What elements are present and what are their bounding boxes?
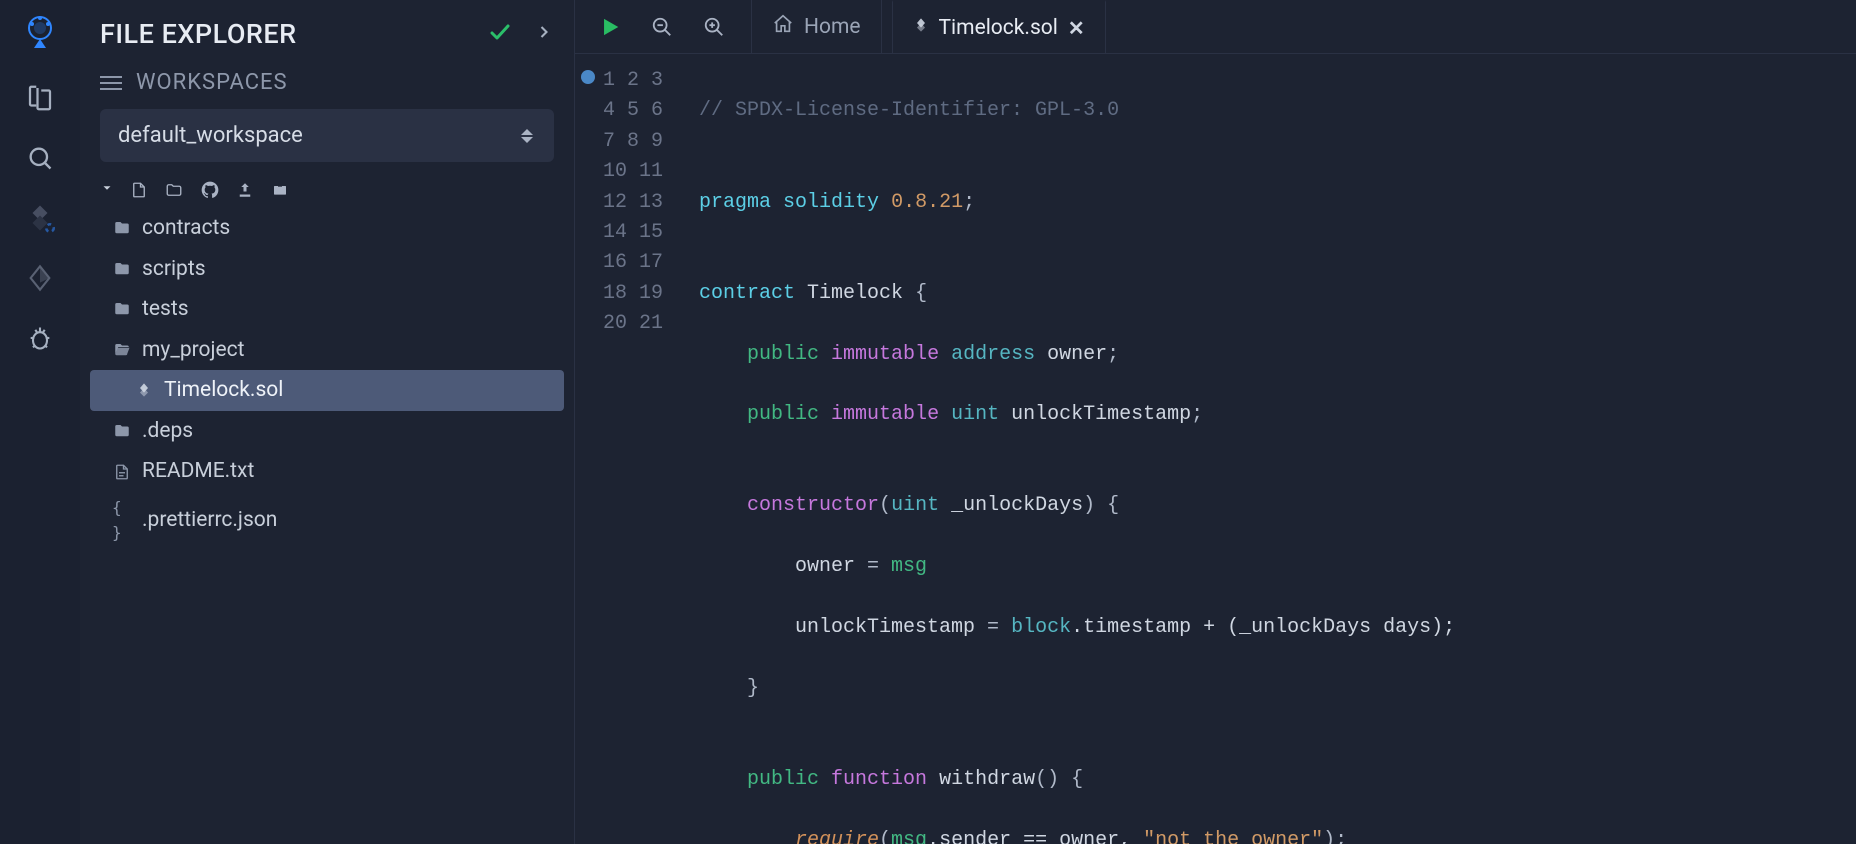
icon-rail [0, 0, 80, 844]
zoom-out-button[interactable] [641, 6, 683, 48]
tree-item-label: my_project [142, 334, 245, 367]
workspace-selected-label: default_workspace [118, 123, 303, 148]
tree-item-my-project[interactable]: my_project [90, 330, 564, 371]
tree-item-contracts[interactable]: contracts [90, 208, 564, 249]
collapse-panel-icon[interactable] [534, 22, 554, 46]
folder-icon [112, 422, 132, 440]
zoom-in-button[interactable] [693, 6, 735, 48]
tree-item-label: tests [142, 293, 189, 326]
tree-item-label: .prettierrc.json [142, 504, 277, 537]
workspaces-row: WORKSPACES [80, 60, 574, 109]
line-number-gutter: 1 2 3 4 5 6 7 8 9 10 11 12 13 14 15 16 1… [601, 54, 681, 844]
file-explorer-icon[interactable] [24, 82, 56, 114]
file-tree: contracts scripts tests my_project Timel… [80, 176, 574, 549]
tree-item-prettierrc[interactable]: { } .prettierrc.json [90, 492, 564, 550]
file-explorer-panel: FILE EXPLORER WORKSPACES default_workspa… [80, 0, 575, 844]
tree-item-label: scripts [142, 253, 206, 286]
text-file-icon [112, 462, 132, 482]
tree-item-readme[interactable]: README.txt [90, 451, 564, 492]
select-arrows-icon [518, 127, 536, 145]
editor-body: 1 2 3 4 5 6 7 8 9 10 11 12 13 14 15 16 1… [575, 54, 1856, 844]
editor-area: Home Timelock.sol ✕ 1 2 3 4 5 6 7 8 9 10… [575, 0, 1856, 844]
tree-root-caret-icon[interactable] [100, 181, 114, 199]
tree-item-label: contracts [142, 212, 230, 245]
folder-icon [112, 219, 132, 237]
solidity-file-icon [134, 381, 154, 399]
panel-header: FILE EXPLORER [80, 0, 574, 60]
debugger-icon[interactable] [24, 322, 56, 354]
tree-item-label: README.txt [142, 455, 254, 488]
tree-item-label: .deps [142, 415, 193, 448]
compile-success-icon[interactable] [488, 20, 512, 48]
tree-item-tests[interactable]: tests [90, 289, 564, 330]
tree-item-scripts[interactable]: scripts [90, 249, 564, 290]
code-editor[interactable]: // SPDX-License-Identifier: GPL-3.0 prag… [681, 54, 1856, 844]
tab-timelock-sol[interactable]: Timelock.sol ✕ [892, 0, 1106, 53]
tree-item-label: Timelock.sol [164, 374, 283, 407]
tab-home-label: Home [804, 15, 861, 39]
github-clone-icon[interactable] [200, 180, 220, 200]
solidity-file-icon [913, 16, 929, 40]
workspaces-label: WORKSPACES [136, 70, 288, 95]
workspaces-menu-icon[interactable] [100, 76, 122, 90]
panel-title: FILE EXPLORER [100, 18, 297, 50]
home-icon [772, 13, 794, 41]
solidity-compiler-icon[interactable] [24, 202, 56, 234]
close-tab-icon[interactable]: ✕ [1068, 16, 1085, 40]
create-icon[interactable] [270, 182, 290, 198]
folder-open-icon [112, 341, 132, 359]
search-icon[interactable] [24, 142, 56, 174]
tree-item-deps[interactable]: .deps [90, 411, 564, 452]
editor-toolbar: Home Timelock.sol ✕ [575, 0, 1856, 54]
code-token: // SPDX-License-Identifier: GPL-3.0 [699, 99, 1119, 122]
tab-home[interactable]: Home [751, 0, 882, 53]
new-file-icon[interactable] [130, 181, 148, 199]
folder-icon [112, 260, 132, 278]
folder-icon [112, 300, 132, 318]
workspace-selector[interactable]: default_workspace [100, 109, 554, 162]
remix-logo-icon[interactable] [18, 10, 62, 54]
upload-icon[interactable] [236, 181, 254, 199]
tab-active-label: Timelock.sol [939, 16, 1058, 40]
run-script-button[interactable] [589, 6, 631, 48]
json-file-icon: { } [112, 496, 132, 546]
new-folder-icon[interactable] [164, 181, 184, 199]
tree-item-timelock-sol[interactable]: Timelock.sol [90, 370, 564, 411]
dirty-indicator-column [575, 54, 601, 844]
tree-toolbar [90, 176, 564, 208]
dirty-indicator-icon [581, 70, 595, 84]
deploy-icon[interactable] [24, 262, 56, 294]
